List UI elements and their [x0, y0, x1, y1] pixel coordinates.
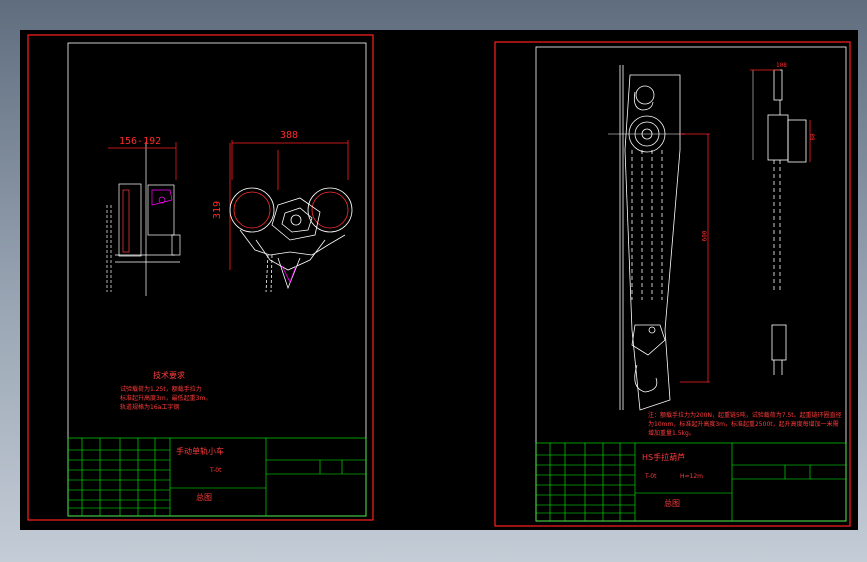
- right-title-block: [535, 442, 847, 522]
- hoist-side-view: [750, 69, 811, 375]
- hoist-front-view: [608, 65, 710, 411]
- right-title-model: T-0t: [645, 473, 657, 480]
- dim-width-label: 156-192: [119, 136, 162, 147]
- dim-side-label: 88: [809, 133, 817, 141]
- right-title-spec: H=12m: [680, 473, 704, 480]
- left-title-drawing: 总图: [196, 493, 212, 502]
- left-title-model: T-0t: [210, 467, 222, 474]
- dim-total-label: 600: [701, 230, 709, 242]
- tech-line-3: 轨道规格为16a工字钢: [120, 404, 180, 411]
- hoist-note: 注：额载手拉力为200N，起重链5吨，试验载荷为7.5t。起重链环圈直径为10m…: [648, 412, 842, 437]
- trolley-front-view: [229, 140, 353, 293]
- drawing-canvas: [27, 34, 851, 527]
- tech-requirements-list: 试验载荷为1.25t，额载手拉力 标准起升高度3m，最低起重3m。 轨道规格为1…: [120, 385, 240, 412]
- left-inner-frame: [67, 42, 367, 517]
- left-title-name: 手动单轨小车: [176, 447, 224, 456]
- cad-viewport[interactable]: 156-192 388 319 技术要求 试验载荷为1.25t，额载手拉力 标准…: [20, 30, 858, 530]
- right-inner-frame: [535, 46, 847, 522]
- tech-line-2: 标准起升高度3m，最低起重3m。: [120, 395, 212, 402]
- right-title-drawing: 总图: [664, 499, 680, 508]
- dim-front-label: 388: [280, 130, 299, 141]
- dim-height-label: 319: [212, 200, 224, 220]
- dim-top-label: 108: [776, 62, 787, 69]
- tech-line-1: 试验载荷为1.25t，额载手拉力: [120, 386, 202, 393]
- trolley-side-view: [106, 142, 181, 296]
- tech-requirements-title: 技术要求: [153, 371, 185, 380]
- right-title-name: HS手拉葫芦: [642, 453, 686, 462]
